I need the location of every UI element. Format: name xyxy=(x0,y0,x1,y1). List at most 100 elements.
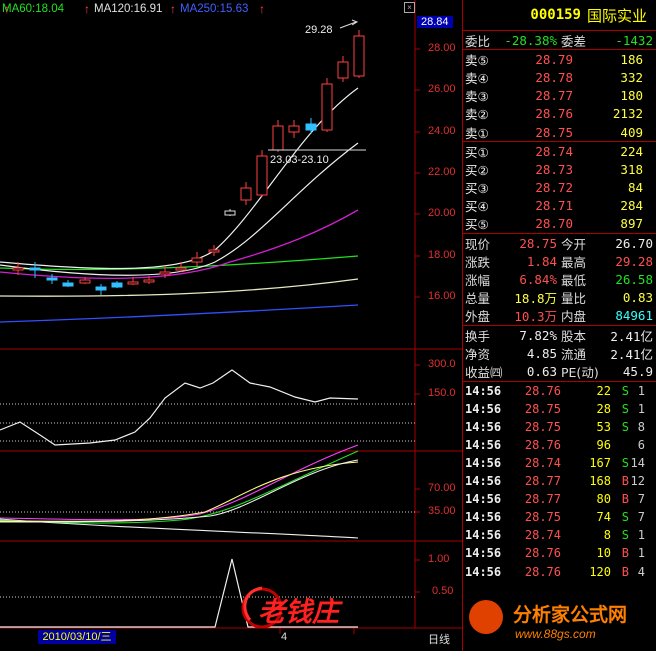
ind2-tick: 70.00 xyxy=(428,482,456,494)
stat-value: 84961 xyxy=(615,308,653,324)
tick-row[interactable]: 14:56 28.75 53 S 8 xyxy=(463,418,656,436)
stock-code: 000159 xyxy=(530,7,581,23)
bid-row: 买④ 28.71 284 xyxy=(463,197,656,215)
stat-value: 7.82% xyxy=(519,327,557,343)
stat-label: 总量 xyxy=(465,291,491,307)
weibi-value: -28.38% xyxy=(504,32,557,48)
candle-body xyxy=(79,279,91,284)
stat-label: 最低 xyxy=(561,273,587,289)
tick-time: 14:56 xyxy=(465,564,502,579)
tick-side: S xyxy=(621,383,629,398)
tick-row[interactable]: 14:56 28.75 74 S 7 xyxy=(463,508,656,526)
ask-label: 卖① xyxy=(465,125,489,141)
stats-row: 外盘 10.3万 内盘 84961 xyxy=(463,307,656,325)
tick-row[interactable]: 14:56 28.75 28 S 1 xyxy=(463,400,656,418)
watermark-left: 老钱庄 xyxy=(258,597,339,628)
tick-count: 1 xyxy=(637,383,645,398)
stat-label: 涨幅 xyxy=(465,273,491,289)
close-icon[interactable]: × xyxy=(404,2,415,13)
ask-book: 卖⑤ 28.79 186 卖④ 28.78 332 卖③ 28.77 180 卖② 28.76 213… xyxy=(463,50,656,143)
stats-row: 换手 7.82% 股本 2.41亿 xyxy=(463,326,656,344)
stat-label: 流通 xyxy=(561,346,587,362)
stat-value: 18.8万 xyxy=(514,291,557,307)
tick-row[interactable]: 14:56 28.74 167 S 14 xyxy=(463,454,656,472)
ask-price: 28.75 xyxy=(535,124,573,140)
tick-count: 1 xyxy=(637,528,645,543)
ask-price: 28.76 xyxy=(535,106,573,122)
stat-value: 26.70 xyxy=(615,235,653,251)
candle-body xyxy=(29,267,41,271)
ma60-label: MA60:18.04 xyxy=(2,3,65,15)
price-tick: 24.00 xyxy=(428,125,456,137)
ind2-tick: 35.00 xyxy=(428,505,456,517)
tick-row[interactable]: 14:56 28.74 8 S 1 xyxy=(463,526,656,544)
tick-price: 28.74 xyxy=(524,528,561,543)
price-tick: 28.00 xyxy=(428,42,456,54)
tick-price: 28.74 xyxy=(524,455,561,470)
axis-mark: 4 xyxy=(281,631,288,643)
candle-body xyxy=(46,277,58,281)
bid-price: 28.73 xyxy=(535,161,573,177)
tick-count: 7 xyxy=(637,510,645,525)
tick-side: B xyxy=(621,474,629,489)
candle-body xyxy=(288,125,300,133)
watermark-right: 分析家公式网 www.88gs.com xyxy=(463,596,656,648)
tick-count: 14 xyxy=(630,455,645,470)
vol-tick: 300.0 xyxy=(428,358,456,370)
stat-value: 0.63 xyxy=(526,363,557,379)
stat-label: 内盘 xyxy=(561,309,587,325)
tick-side: S xyxy=(621,401,629,416)
cursor-date: 2010/03/10/三 xyxy=(38,630,116,644)
ask-row: 卖④ 28.78 332 xyxy=(463,68,656,86)
ask-volume: 180 xyxy=(620,88,643,104)
period-label[interactable]: 日线 xyxy=(428,631,450,647)
tick-row[interactable]: 14:56 28.77 168 B 12 xyxy=(463,472,656,490)
bid-label: 买④ xyxy=(465,199,489,215)
tick-side: S xyxy=(621,455,629,470)
bid-volume: 84 xyxy=(627,180,643,196)
tick-row[interactable]: 14:56 28.76 96 6 xyxy=(463,436,656,454)
tick-price: 28.76 xyxy=(524,437,561,452)
candle-body xyxy=(305,123,317,131)
ask-row: 卖② 28.76 2132 xyxy=(463,105,656,123)
candle-body xyxy=(321,83,333,131)
stat-label: 现价 xyxy=(465,236,491,252)
arrow-up-icon: ↑ xyxy=(170,2,176,16)
ask-label: 卖④ xyxy=(465,70,489,86)
tick-row[interactable]: 14:56 28.77 80 B 7 xyxy=(463,490,656,508)
tick-volume: 120 xyxy=(589,564,611,579)
bid-price: 28.70 xyxy=(535,216,573,232)
tick-row[interactable]: 14:56 28.76 22 S 1 xyxy=(463,382,656,400)
tick-volume: 96 xyxy=(596,437,611,452)
bid-row: 买① 28.74 224 xyxy=(463,142,656,160)
stats-row: 涨幅 6.84% 最低 26.58 xyxy=(463,270,656,288)
tick-row[interactable]: 14:56 28.76 120 B 4 xyxy=(463,563,656,581)
candle-body xyxy=(191,257,203,263)
candle-body xyxy=(127,281,139,285)
bid-label: 买③ xyxy=(465,181,489,197)
price-chart[interactable] xyxy=(0,0,462,651)
tick-time: 14:56 xyxy=(465,528,502,543)
tick-volume: 74 xyxy=(596,510,611,525)
candle-body xyxy=(240,187,252,201)
candle-body xyxy=(95,286,107,291)
stat-label: 量比 xyxy=(561,291,587,307)
tick-time: 14:56 xyxy=(465,546,502,561)
tick-time: 14:56 xyxy=(465,492,502,507)
candle-body xyxy=(12,267,24,271)
tick-time: 14:56 xyxy=(465,401,502,416)
tick-row[interactable]: 14:56 28.76 10 B 1 xyxy=(463,544,656,562)
current-price-tag: 28.84 xyxy=(417,16,453,28)
ind3-tick: 1.00 xyxy=(428,553,450,565)
tick-count: 12 xyxy=(630,474,645,489)
candle-body xyxy=(159,271,171,275)
tick-side: S xyxy=(621,419,629,434)
bid-row: 买② 28.73 318 xyxy=(463,160,656,178)
stat-label: 最高 xyxy=(561,254,587,270)
tick-list[interactable]: 14:56 28.76 22 S 1 14:56 28.75 28 S 1 14:56 28.75 53… xyxy=(463,382,656,581)
ma250-label: MA250:15.63 xyxy=(180,3,249,15)
bid-row: 买③ 28.72 84 xyxy=(463,179,656,197)
ask-volume: 332 xyxy=(620,69,643,85)
tick-price: 28.75 xyxy=(524,419,561,434)
ask-volume: 409 xyxy=(620,124,643,140)
